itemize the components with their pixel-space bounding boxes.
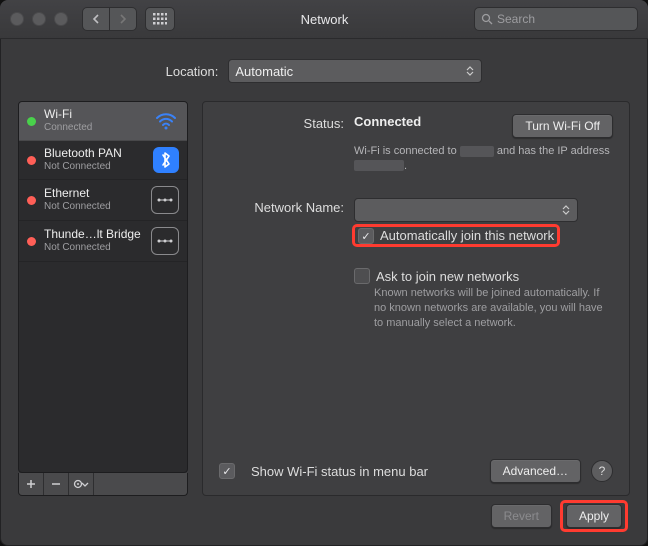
chevron-left-icon: [92, 14, 100, 24]
status-dot-icon: [27, 156, 36, 165]
show-all-button[interactable]: [145, 7, 175, 31]
search-placeholder: Search: [497, 12, 535, 26]
turn-wifi-off-button[interactable]: Turn Wi-Fi Off: [512, 114, 613, 138]
help-button[interactable]: ?: [591, 460, 613, 482]
sidebar-item-wifi[interactable]: Wi-Fi Connected: [19, 102, 187, 141]
show-menu-label: Show Wi-Fi status in menu bar: [251, 464, 428, 479]
advanced-button[interactable]: Advanced…: [490, 459, 581, 483]
minimize-window-button[interactable]: [32, 12, 46, 26]
interface-list: Wi-Fi Connected Bluetooth PAN Not Connec…: [18, 101, 188, 473]
network-preferences-window: Network Search Location: Automatic: [0, 0, 648, 546]
interface-name: Bluetooth PAN: [44, 147, 145, 161]
ask-join-checkbox[interactable]: [354, 268, 370, 284]
zoom-window-button[interactable]: [54, 12, 68, 26]
titlebar: Network Search: [0, 0, 648, 39]
network-name-popup[interactable]: [354, 198, 578, 222]
auto-join-checkbox[interactable]: [358, 228, 374, 244]
location-label: Location:: [166, 64, 219, 79]
desc-text: and has the IP address: [497, 145, 610, 157]
action-menu-button[interactable]: [69, 473, 94, 495]
interface-status: Not Connected: [44, 201, 143, 213]
sidebar-item-bluetooth[interactable]: Bluetooth PAN Not Connected: [19, 141, 187, 180]
updown-arrows-icon: [559, 199, 573, 221]
annotation-highlight: Automatically join this network: [354, 226, 558, 245]
question-icon: ?: [599, 464, 606, 478]
sidebar-item-ethernet[interactable]: Ethernet Not Connected: [19, 180, 187, 221]
window-title: Network: [175, 12, 474, 27]
wifi-icon: [153, 108, 179, 134]
nav-buttons: [82, 7, 137, 31]
status-desc: Wi-Fi is connected to and has the IP add…: [354, 144, 613, 174]
thunderbolt-icon: [151, 227, 179, 255]
interface-status: Not Connected: [44, 161, 145, 173]
interface-sidebar: Wi-Fi Connected Bluetooth PAN Not Connec…: [18, 101, 188, 496]
chevron-right-icon: [119, 14, 127, 24]
forward-button[interactable]: [109, 8, 136, 30]
status-desc-row: Wi-Fi is connected to and has the IP add…: [219, 144, 613, 174]
location-value: Automatic: [235, 64, 293, 79]
ask-join-hint: Known networks will be joined automatica…: [374, 286, 613, 331]
network-name-row: Network Name:: [219, 198, 613, 222]
status-dot-icon: [27, 117, 36, 126]
add-interface-button[interactable]: [19, 473, 44, 495]
sidebar-toolbar: [18, 473, 188, 496]
status-dot-icon: [27, 237, 36, 246]
status-row: Status: Connected Turn Wi-Fi Off: [219, 114, 613, 138]
updown-arrows-icon: [463, 60, 477, 82]
ask-join-label: Ask to join new networks: [376, 269, 519, 284]
interface-status: Connected: [44, 122, 145, 134]
minus-icon: [51, 479, 61, 489]
content: Wi-Fi Connected Bluetooth PAN Not Connec…: [18, 101, 630, 496]
redacted-ssid: [460, 146, 494, 157]
interface-status: Not Connected: [44, 242, 143, 254]
search-field[interactable]: Search: [474, 7, 638, 31]
interface-info: Wi-Fi Connected: [44, 108, 145, 133]
body: Location: Automatic Wi-Fi Connected: [0, 39, 648, 546]
status-value: Connected: [354, 114, 421, 129]
redacted-ip: [354, 160, 404, 171]
apply-button[interactable]: Apply: [566, 504, 622, 528]
ethernet-icon: [151, 186, 179, 214]
desc-text: Wi-Fi is connected to: [354, 145, 457, 157]
window-controls: [10, 12, 68, 26]
interface-name: Ethernet: [44, 187, 143, 201]
interface-info: Thunde…lt Bridge Not Connected: [44, 228, 143, 253]
plus-icon: [26, 479, 36, 489]
show-menu-checkbox[interactable]: [219, 463, 235, 479]
interface-info: Bluetooth PAN Not Connected: [44, 147, 145, 172]
revert-button[interactable]: Revert: [491, 504, 552, 528]
interface-info: Ethernet Not Connected: [44, 187, 143, 212]
auto-join-row: Automatically join this network: [219, 228, 613, 245]
main-footer: Show Wi-Fi status in menu bar Advanced… …: [219, 459, 613, 483]
interface-name: Thunde…lt Bridge: [44, 228, 143, 242]
gear-menu-icon: [72, 478, 90, 490]
window-footer: Revert Apply: [18, 496, 630, 536]
main-panel: Status: Connected Turn Wi-Fi Off Wi-Fi i…: [202, 101, 630, 496]
network-name-label: Network Name:: [219, 198, 354, 222]
ask-join-row: Ask to join new networks Known networks …: [219, 260, 613, 331]
status-dot-icon: [27, 196, 36, 205]
desc-text: .: [404, 160, 407, 172]
remove-interface-button[interactable]: [44, 473, 69, 495]
back-button[interactable]: [83, 8, 109, 30]
bluetooth-icon: [153, 147, 179, 173]
sidebar-item-thunderbolt-bridge[interactable]: Thunde…lt Bridge Not Connected: [19, 221, 187, 262]
auto-join-label: Automatically join this network: [380, 228, 554, 243]
location-row: Location: Automatic: [18, 59, 630, 83]
annotation-highlight: Apply: [562, 502, 626, 530]
location-popup[interactable]: Automatic: [228, 59, 482, 83]
interface-name: Wi-Fi: [44, 108, 145, 122]
status-label: Status:: [219, 114, 354, 138]
close-window-button[interactable]: [10, 12, 24, 26]
search-icon: [481, 13, 493, 25]
grid-icon: [153, 13, 167, 25]
